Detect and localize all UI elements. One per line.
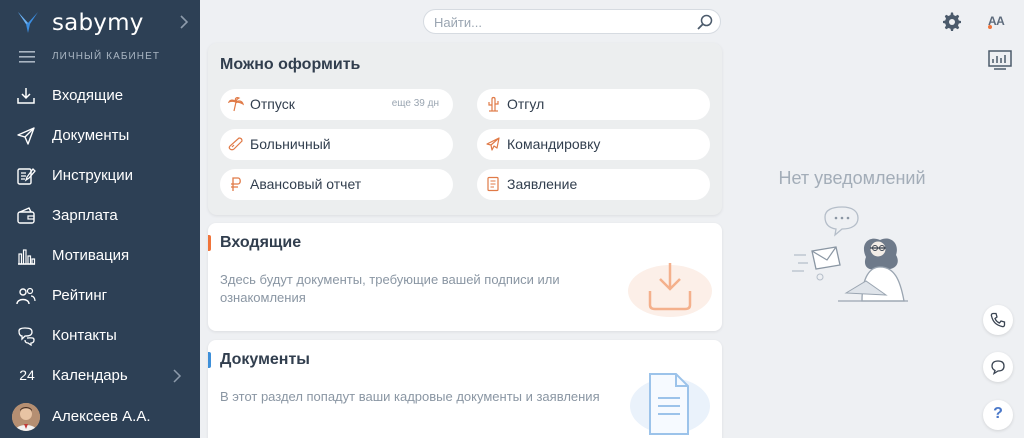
issue-application-button[interactable]: Заявление — [477, 169, 710, 200]
search-box — [423, 9, 721, 34]
issue-label: Заявление — [507, 176, 578, 192]
sidebar-item-calendar[interactable]: 24 Календарь — [0, 356, 200, 396]
section-header: Личный кабинет — [0, 48, 200, 68]
people-icon — [16, 287, 36, 305]
sidebar: sabymy Личный кабинет Входящие Документы — [0, 0, 200, 438]
search-icon[interactable] — [696, 13, 714, 31]
app-name: sabymy — [52, 10, 144, 36]
sidebar-item-salary[interactable]: Зарплата — [0, 196, 200, 236]
issue-label: Авансовый отчет — [250, 176, 362, 192]
help-button[interactable]: ? — [983, 400, 1013, 430]
issue-label: Отгул — [507, 96, 545, 112]
chevron-right-icon[interactable] — [170, 366, 184, 386]
gear-icon[interactable] — [942, 12, 962, 32]
inbox-card-description: Здесь будут документы, требующие вашей п… — [220, 272, 560, 305]
sidebar-item-motivation[interactable]: Мотивация — [0, 236, 200, 276]
phone-button[interactable] — [983, 305, 1013, 335]
document-icon — [487, 176, 499, 192]
card-marker — [208, 235, 211, 251]
menu-icon[interactable] — [19, 51, 35, 63]
avatar[interactable] — [12, 403, 40, 431]
user-name[interactable]: Алексеев А.А. — [52, 408, 151, 425]
palm-icon — [228, 97, 244, 112]
help-icon: ? — [993, 405, 1003, 422]
documents-card-description: В этот раздел попадут ваши кадровые доку… — [220, 389, 600, 404]
sidebar-item-documents[interactable]: Документы — [0, 116, 200, 156]
download-illustration-icon — [628, 263, 712, 317]
sidebar-item-label: Мотивация — [52, 247, 130, 264]
chat-bubble-icon — [991, 360, 1005, 375]
logo-row: sabymy — [0, 0, 200, 46]
chat-icon — [18, 327, 35, 346]
sidebar-item-label: Инструкции — [52, 167, 134, 184]
documents-card-title: Документы — [220, 351, 310, 368]
sidebar-item-label: Контакты — [52, 327, 117, 344]
card-marker — [208, 352, 211, 368]
documents-card[interactable]: Документы В этот раздел попадут ваши кад… — [208, 340, 722, 438]
vacation-balance: еще 39 дн — [391, 98, 439, 109]
issue-label: Командировку — [507, 136, 601, 152]
instructions-icon — [17, 168, 36, 185]
sidebar-item-rating[interactable]: Рейтинг — [0, 276, 200, 316]
ruble-icon — [231, 177, 241, 191]
inbox-icon — [17, 88, 35, 104]
cactus-icon — [488, 96, 499, 112]
issue-vacation-button[interactable]: Отпуск еще 39 дн — [220, 89, 453, 120]
calendar-day-icon: 24 — [19, 367, 35, 383]
sidebar-item-label: Зарплата — [52, 207, 118, 224]
plane-icon — [486, 137, 500, 151]
notifications-empty: Нет уведомлений — [778, 168, 926, 188]
issue-dayoff-button[interactable]: Отгул — [477, 89, 710, 120]
sidebar-item-label: Входящие — [52, 87, 124, 104]
sidebar-item-label: Документы — [52, 127, 130, 144]
issue-label: Отпуск — [250, 96, 295, 112]
sabymy-logo-icon[interactable] — [17, 10, 39, 34]
section-label: Личный кабинет — [52, 51, 161, 62]
document-illustration-icon — [630, 373, 710, 435]
wallet-icon — [17, 207, 35, 224]
search-input[interactable] — [434, 14, 684, 30]
dashboard-icon[interactable] — [988, 50, 1012, 70]
issue-label: Больничный — [250, 136, 331, 152]
font-size-dot — [988, 25, 992, 29]
bar-chart-icon — [18, 249, 36, 265]
no-notifications-illustration-icon — [792, 206, 908, 302]
issue-card: Можно оформить Отпуск еще 39 дн Отгул Бо… — [208, 43, 722, 215]
sidebar-item-label: Рейтинг — [52, 287, 108, 304]
user-photo-icon — [12, 403, 40, 431]
inbox-card[interactable]: Входящие Здесь будут документы, требующи… — [208, 223, 722, 331]
issue-expense-report-button[interactable]: Авансовый отчет — [220, 169, 453, 200]
sidebar-item-inbox[interactable]: Входящие — [0, 76, 200, 116]
sidebar-item-contacts[interactable]: Контакты — [0, 316, 200, 356]
phone-icon — [990, 312, 1006, 328]
sidebar-item-label: Календарь — [52, 367, 128, 384]
issue-business-trip-button[interactable]: Командировку — [477, 129, 710, 160]
paper-plane-icon — [17, 127, 35, 145]
chevron-right-icon[interactable] — [176, 12, 192, 32]
thermometer-icon — [228, 137, 243, 151]
issue-sick-leave-button[interactable]: Больничный — [220, 129, 453, 160]
issue-card-title: Можно оформить — [220, 56, 361, 73]
inbox-card-title: Входящие — [220, 234, 302, 251]
chat-button[interactable] — [983, 352, 1013, 382]
sidebar-item-instructions[interactable]: Инструкции — [0, 156, 200, 196]
font-size-icon[interactable]: AA — [988, 14, 1010, 30]
